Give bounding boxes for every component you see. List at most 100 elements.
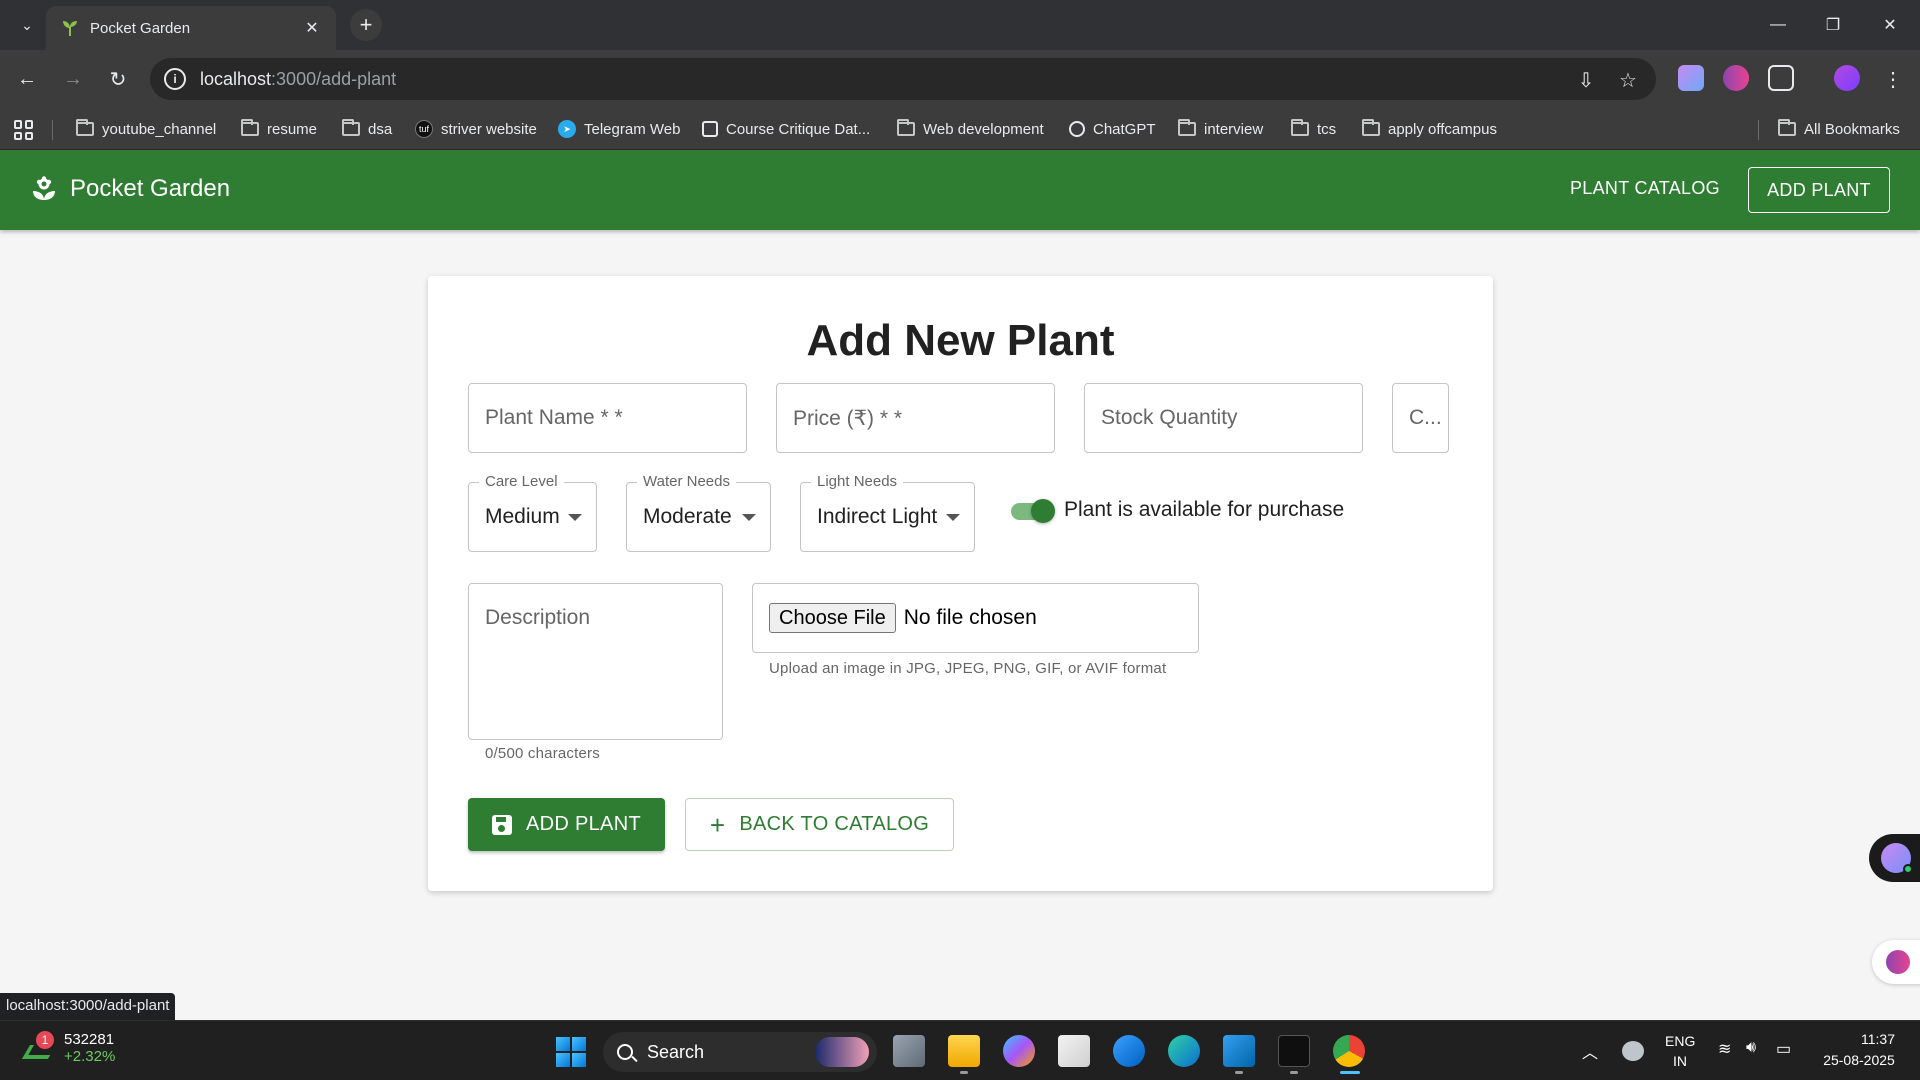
extensions-puzzle-icon[interactable]	[1768, 65, 1794, 91]
bookmark-star-icon[interactable]: ☆	[1616, 68, 1640, 92]
brain-icon	[1886, 950, 1910, 974]
start-button-icon[interactable]	[556, 1037, 586, 1067]
bookmark-label: All Bookmarks	[1804, 120, 1900, 138]
tab-close-icon[interactable]: ✕	[302, 18, 322, 38]
terminal-app-icon[interactable]	[1278, 1035, 1310, 1067]
add-plant-form-card: Add New Plant Plant Name * * Price (₹) *…	[428, 276, 1493, 891]
nav-plant-catalog[interactable]: PLANT CATALOG	[1570, 178, 1720, 199]
stock-change: +2.32%	[64, 1048, 116, 1065]
image-upload-field: Choose File No file chosen	[752, 583, 1199, 653]
nav-add-plant-button[interactable]: ADD PLANT	[1748, 167, 1890, 213]
price-input[interactable]: Price (₹) * *	[776, 383, 1055, 453]
availability-switch[interactable]	[1007, 496, 1057, 526]
bookmark-interview[interactable]: interview	[1178, 118, 1263, 140]
taskbar-search[interactable]: Search	[603, 1032, 877, 1072]
language-top[interactable]: ENG	[1665, 1033, 1695, 1049]
task-view-icon[interactable]	[893, 1035, 925, 1067]
new-tab-button[interactable]: +	[350, 9, 382, 41]
tab-search-icon[interactable]: ⌄	[14, 12, 40, 38]
brand[interactable]: Pocket Garden	[30, 175, 230, 203]
folder-icon	[1362, 119, 1380, 136]
bookmark-label: Web development	[923, 120, 1044, 138]
browser-menu-icon[interactable]: ⋮	[1878, 64, 1908, 94]
char-counter: 0/500 characters	[485, 745, 600, 762]
striver-favicon-icon: tuf	[415, 120, 433, 138]
water-needs-select[interactable]: Water Needs Moderate	[626, 473, 771, 552]
wifi-icon[interactable]: ≋	[1718, 1039, 1731, 1059]
add-plant-submit-button[interactable]: ADD PLANT	[468, 798, 665, 851]
clock-date[interactable]: 25-08-2025	[1818, 1052, 1900, 1068]
file-explorer-icon[interactable]	[948, 1035, 980, 1067]
running-indicator	[1235, 1071, 1243, 1074]
minimize-icon[interactable]: —	[1758, 10, 1798, 40]
water-needs-value: Moderate	[643, 505, 732, 528]
volume-icon[interactable]: 🔊︎	[1746, 1039, 1756, 1057]
stock-widget[interactable]: 1 532281 +2.32%	[21, 1031, 116, 1065]
show-hidden-icons-icon[interactable]: ︿	[1582, 1039, 1598, 1063]
reload-icon[interactable]: ↻	[103, 64, 133, 94]
clock-time[interactable]: 11:37	[1858, 1031, 1898, 1047]
battery-icon[interactable]: ▭	[1776, 1039, 1791, 1059]
bookmark-label: ChatGPT	[1093, 120, 1156, 138]
stock-value: 532281	[64, 1031, 115, 1048]
folder-icon	[897, 119, 915, 136]
care-level-select[interactable]: Care Level Medium	[468, 473, 597, 552]
bookmark-apply-offcampus[interactable]: apply offcampus	[1362, 118, 1497, 140]
site-info-icon[interactable]: i	[164, 68, 186, 90]
choose-file-button[interactable]: Choose File	[769, 603, 896, 633]
back-icon[interactable]: ←	[12, 64, 42, 94]
chrome-icon[interactable]	[1333, 1035, 1365, 1067]
bookmark-chatgpt[interactable]: ChatGPT	[1069, 118, 1156, 140]
back-to-catalog-button[interactable]: + BACK TO CATALOG	[685, 798, 954, 851]
plant-name-input[interactable]: Plant Name * *	[468, 383, 747, 453]
all-bookmarks[interactable]: All Bookmarks	[1778, 118, 1900, 140]
app-header: Pocket Garden PLANT CATALOG ADD PLANT	[0, 150, 1920, 230]
save-icon	[492, 814, 513, 835]
bookmark-label: tcs	[1317, 120, 1337, 138]
bookmark-web-development[interactable]: Web development	[897, 118, 1044, 140]
care-level-label: Care Level	[479, 473, 564, 490]
dropdown-caret-icon	[568, 514, 582, 521]
bookmark-striver-website[interactable]: tuf striver website	[415, 118, 537, 140]
apps-grid-icon[interactable]	[14, 120, 34, 140]
onedrive-icon[interactable]	[1622, 1041, 1644, 1061]
address-bar[interactable]: i localhost:3000/add-plant ⇩ ☆	[150, 58, 1656, 100]
category-select[interactable]: C...	[1392, 383, 1449, 453]
bookmark-course-critique[interactable]: Course Critique Dat...	[702, 118, 870, 140]
bookmark-label: resume	[267, 120, 318, 138]
floating-brain-widget[interactable]	[1872, 940, 1920, 984]
bookmark-dsa[interactable]: dsa	[342, 118, 392, 140]
bookmark-resume[interactable]: resume	[241, 118, 317, 140]
description-textarea[interactable]: Description	[468, 583, 723, 740]
bookmark-tcs[interactable]: tcs	[1291, 118, 1336, 140]
browser-tab-active[interactable]: Pocket Garden ✕	[46, 6, 336, 50]
floating-assistant-widget[interactable]	[1869, 834, 1920, 882]
microsoft-store-icon[interactable]	[1058, 1035, 1090, 1067]
light-needs-select[interactable]: Light Needs Indirect Light	[800, 473, 975, 552]
folder-icon	[241, 119, 259, 136]
copilot-icon[interactable]	[1003, 1035, 1035, 1067]
vscode-icon[interactable]	[1223, 1035, 1255, 1067]
profile-avatar-icon[interactable]	[1834, 65, 1860, 91]
extension-avatar-icon[interactable]	[1678, 65, 1704, 91]
bookmark-youtube-channel[interactable]: youtube_channel	[76, 118, 216, 140]
restore-icon[interactable]: ❐	[1813, 10, 1853, 40]
link-status-bubble: localhost:3000/add-plant	[0, 993, 176, 1020]
edge-browser-icon[interactable]	[1168, 1035, 1200, 1067]
search-icon	[617, 1044, 633, 1060]
care-level-value: Medium	[485, 505, 560, 528]
install-app-icon[interactable]: ⇩	[1574, 68, 1598, 92]
file-helper-text: Upload an image in JPG, JPEG, PNG, GIF, …	[769, 660, 1167, 677]
availability-label: Plant is available for purchase	[1064, 498, 1345, 521]
bookmark-telegram-web[interactable]: ➤ Telegram Web	[558, 118, 680, 140]
extension-brain-icon[interactable]	[1723, 65, 1749, 91]
get-help-icon[interactable]	[1113, 1035, 1145, 1067]
close-window-icon[interactable]: ✕	[1870, 10, 1910, 40]
bookmark-label: Telegram Web	[584, 120, 681, 138]
tab-title: Pocket Garden	[90, 19, 191, 37]
folder-icon	[342, 119, 360, 136]
forward-icon[interactable]: →	[58, 64, 88, 94]
running-indicator	[1290, 1071, 1298, 1074]
stock-quantity-input[interactable]: Stock Quantity	[1084, 383, 1363, 453]
file-status: No file chosen	[903, 606, 1037, 629]
